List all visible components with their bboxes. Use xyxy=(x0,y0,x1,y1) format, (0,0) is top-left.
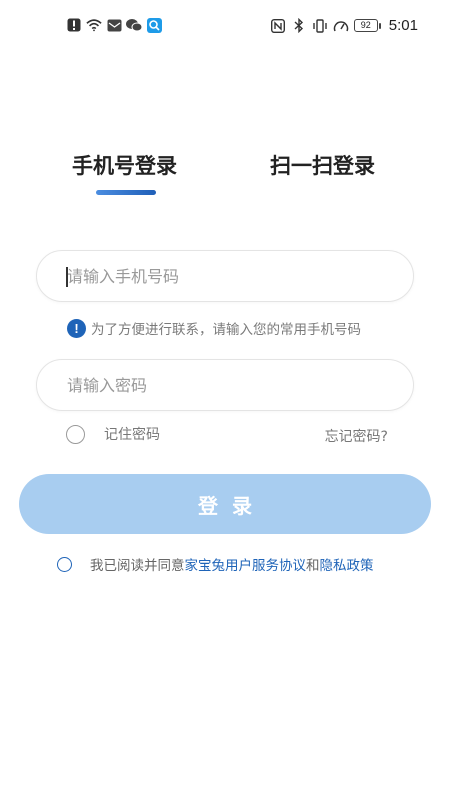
remember-password-radio[interactable] xyxy=(66,424,85,444)
active-tab-indicator xyxy=(96,190,156,195)
vibrate-icon xyxy=(312,18,328,34)
agreement-text: 我已阅读并同意家宝兔用户服务协议和隐私政策 xyxy=(90,554,374,574)
battery-level: 92 xyxy=(353,19,378,32)
battery-icon: 92 xyxy=(353,19,381,32)
speed-icon xyxy=(333,18,349,34)
info-icon: ! xyxy=(67,318,86,338)
search-app-icon xyxy=(146,17,162,33)
phone-input-container xyxy=(36,250,414,302)
message-icon xyxy=(106,17,122,33)
phone-input[interactable] xyxy=(37,251,413,301)
phone-hint-text: 为了方便进行联系，请输入您的常用手机号码 xyxy=(91,322,361,338)
alert-icon xyxy=(66,17,82,33)
bluetooth-icon xyxy=(291,18,307,34)
tab-scan-login[interactable]: 扫一扫登录 xyxy=(270,150,375,180)
service-agreement-link[interactable]: 家宝兔用户服务协议 xyxy=(185,558,307,574)
status-bar-left xyxy=(66,17,162,33)
remember-password-row: 记住密码 xyxy=(66,424,160,444)
status-bar: 92 5:01 xyxy=(0,0,450,52)
phone-hint: ! 为了方便进行联系，请输入您的常用手机号码 xyxy=(67,318,361,338)
wifi-icon xyxy=(86,17,102,33)
forgot-password-link[interactable]: 忘记密码? xyxy=(325,426,388,446)
agreement-row: 我已阅读并同意家宝兔用户服务协议和隐私政策 xyxy=(57,554,374,574)
status-bar-right: 92 5:01 xyxy=(270,17,418,34)
privacy-policy-link[interactable]: 隐私政策 xyxy=(320,558,374,574)
wechat-icon xyxy=(126,17,142,33)
tab-phone-login[interactable]: 手机号登录 xyxy=(72,150,177,180)
login-tabs: 手机号登录 扫一扫登录 xyxy=(0,150,450,200)
status-time: 5:01 xyxy=(388,17,418,34)
agreement-radio[interactable] xyxy=(57,556,72,572)
login-button[interactable]: 登录 xyxy=(19,474,431,534)
password-input-container xyxy=(36,359,414,411)
agreement-prefix: 我已阅读并同意 xyxy=(90,558,185,574)
password-input[interactable] xyxy=(37,360,413,410)
text-caret xyxy=(66,267,68,287)
remember-password-label[interactable]: 记住密码 xyxy=(104,424,160,444)
agreement-connector: 和 xyxy=(306,558,320,574)
nfc-icon xyxy=(270,18,286,34)
